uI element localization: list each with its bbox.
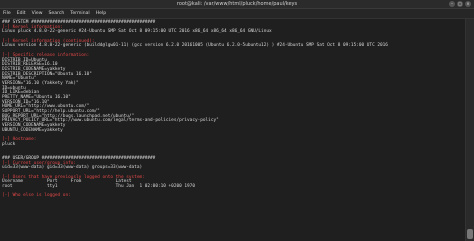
maximize-button[interactable]: □	[457, 1, 463, 7]
terminal-line: [-] Who else is logged on:	[2, 193, 71, 199]
window-controls: – □ ×	[449, 1, 471, 7]
scrollbar-thumb[interactable]	[467, 229, 473, 239]
menu-help[interactable]: Help	[96, 9, 106, 18]
close-button[interactable]: ×	[465, 1, 471, 7]
minimize-button[interactable]: –	[449, 1, 455, 7]
menu-bar: File Edit View Search Terminal Help	[0, 9, 474, 19]
terminal-window: root@kali: /var/www/html/pluck/home/paul…	[0, 0, 474, 241]
scrollbar[interactable]	[465, 19, 474, 241]
menu-search[interactable]: Search	[49, 9, 65, 18]
title-bar: root@kali: /var/www/html/pluck/home/paul…	[0, 0, 474, 9]
terminal-output[interactable]: ### SYSTEM #############################…	[0, 19, 466, 241]
window-title: root@kali: /var/www/html/pluck/home/paul…	[176, 1, 298, 7]
menu-file[interactable]: File	[3, 9, 11, 18]
menu-view[interactable]: View	[32, 9, 43, 18]
menu-edit[interactable]: Edit	[17, 9, 26, 18]
menu-terminal[interactable]: Terminal	[70, 9, 89, 18]
